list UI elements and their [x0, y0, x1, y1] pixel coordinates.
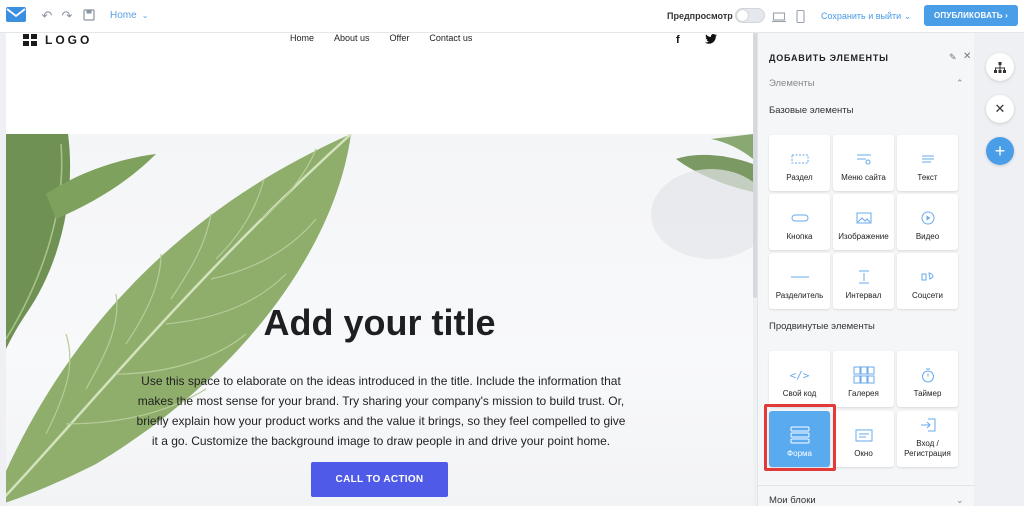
top-toolbar: ↶ ↷ Home ⌄ Предпросмотр Сохранить и выйти… [0, 0, 1024, 33]
undo-icon[interactable]: ↶ [40, 9, 54, 23]
element-tile-label: Таймер [913, 389, 942, 398]
element-tile-label: Раздел [786, 173, 813, 182]
hero-section[interactable]: Add your title Use this space to elabora… [6, 134, 753, 506]
site-nav: Home About us Offer Contact us [290, 33, 492, 43]
button-icon [789, 210, 811, 226]
add-elements-panel: ДОБАВИТЬ ЭЛЕМЕНТЫ ✎ ✕ Элементы ⌃ Базовые… [757, 33, 975, 506]
close-panel-icon[interactable]: ✕ [963, 51, 971, 62]
mobile-view-icon[interactable] [796, 9, 805, 28]
gallery-icon [853, 366, 875, 384]
element-tile-label: Свой код [782, 389, 817, 398]
element-tile-divider[interactable]: Разделитель [769, 253, 830, 309]
video-icon [917, 210, 939, 226]
element-tile-label: Соцсети [911, 291, 944, 300]
element-tile-login[interactable]: Вход / Регистрация [897, 411, 958, 467]
element-tile-label: Изображение [838, 232, 889, 241]
chevron-right-icon: › [1005, 11, 1009, 20]
save-disk-icon[interactable] [82, 9, 96, 23]
desktop-view-icon[interactable] [772, 10, 786, 28]
nav-link-contact[interactable]: Contact us [429, 33, 472, 43]
element-tile-popup[interactable]: Окно [833, 411, 894, 467]
close-icon[interactable]: ✕ [986, 95, 1014, 123]
page-selector-label: Home [110, 10, 137, 21]
login-icon [917, 417, 939, 433]
element-tile-section[interactable]: Раздел [769, 135, 830, 191]
add-element-button[interactable]: + [986, 137, 1014, 165]
hero-title[interactable]: Add your title [6, 302, 753, 344]
chevron-up-icon[interactable]: ⌃ [956, 78, 964, 89]
elements-accordion[interactable]: Элементы [769, 78, 815, 89]
element-tile-social[interactable]: Соцсети [897, 253, 958, 309]
chevron-down-icon: ⌄ [141, 11, 149, 20]
right-rail: ✕ + [976, 33, 1024, 506]
pin-icon[interactable]: ✎ [949, 52, 957, 63]
element-tile-text[interactable]: Текст [897, 135, 958, 191]
preview-toggle[interactable] [735, 8, 765, 23]
text-icon [917, 151, 939, 167]
social-icon [917, 269, 939, 285]
panel-title: ДОБАВИТЬ ЭЛЕМЕНТЫ [769, 53, 889, 63]
logo-mark-icon [23, 34, 37, 46]
twitter-icon[interactable] [705, 34, 717, 47]
menu-icon [853, 151, 875, 167]
nav-link-home[interactable]: Home [290, 33, 314, 43]
redo-icon[interactable]: ↷ [60, 9, 74, 23]
element-tile-label: Разделитель [775, 291, 824, 300]
section-divider [758, 485, 975, 486]
image-icon [853, 210, 875, 226]
save-and-exit-label: Сохранить и выйти [821, 11, 902, 21]
spacing-icon [853, 269, 875, 285]
page-canvas[interactable]: LOGO Home About us Offer Contact us f Ad… [6, 33, 753, 506]
element-tile-form[interactable]: Форма [769, 411, 830, 467]
element-tile-menu[interactable]: Меню сайта [833, 135, 894, 191]
popup-icon [853, 427, 875, 443]
hero-text[interactable]: Use this space to elaborate on the ideas… [136, 371, 626, 451]
preview-label: Предпросмотр [667, 11, 733, 21]
nav-link-offer[interactable]: Offer [390, 33, 410, 43]
element-tile-video[interactable]: Видео [897, 194, 958, 250]
page-selector[interactable]: Home ⌄ [110, 10, 148, 21]
advanced-elements-heading: Продвинутые элементы [769, 321, 875, 332]
element-tile-label: Текст [917, 173, 938, 182]
element-tile-label: Окно [854, 449, 873, 458]
nav-link-about[interactable]: About us [334, 33, 370, 43]
call-to-action-button[interactable]: CALL TO ACTION [311, 462, 448, 497]
element-tile-label: Вход / Регистрация [904, 439, 951, 458]
facebook-icon[interactable]: f [676, 34, 680, 46]
element-tile-timer[interactable]: Таймер [897, 351, 958, 407]
logo-text: LOGO [45, 33, 93, 47]
form-icon [789, 426, 811, 444]
element-tile-label: Галерея [848, 389, 879, 398]
element-tile-label: Интервал [845, 291, 882, 300]
sitemap-icon [994, 61, 1006, 73]
publish-button[interactable]: ОПУБЛИКОВАТЬ › [924, 5, 1018, 26]
chevron-down-icon: ⌄ [903, 11, 912, 21]
envelope-logo-icon[interactable] [6, 7, 26, 22]
element-tile-spacing[interactable]: Интервал [833, 253, 894, 309]
element-tile-code[interactable]: </> Свой код [769, 351, 830, 407]
save-and-exit-button[interactable]: Сохранить и выйти ⌄ [821, 11, 911, 22]
element-tile-label: Кнопка [786, 232, 813, 241]
basic-elements-heading: Базовые элементы [769, 105, 854, 116]
element-tile-label: Форма [787, 449, 812, 458]
divider-icon [789, 269, 811, 285]
code-icon: </> [789, 368, 810, 382]
element-tile-label: Меню сайта [841, 173, 886, 182]
publish-label: ОПУБЛИКОВАТЬ [933, 11, 1003, 20]
element-tile-button[interactable]: Кнопка [769, 194, 830, 250]
section-icon [789, 151, 811, 167]
element-tile-gallery[interactable]: Галерея [833, 351, 894, 407]
chevron-down-icon[interactable]: ⌄ [956, 495, 964, 506]
element-tile-label: Видео [915, 232, 940, 241]
my-blocks-accordion[interactable]: Мои блоки [769, 495, 816, 506]
site-logo[interactable]: LOGO [23, 33, 92, 47]
structure-tree-button[interactable] [986, 53, 1014, 81]
timer-icon [917, 367, 939, 383]
element-tile-image[interactable]: Изображение [833, 194, 894, 250]
